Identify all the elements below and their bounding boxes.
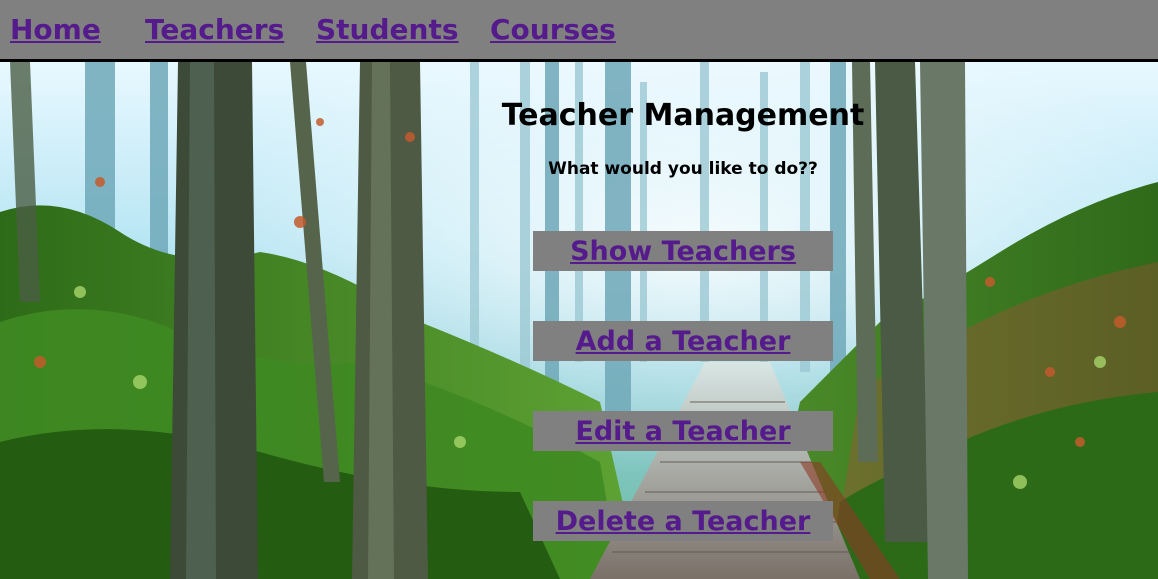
- top-navbar: Home Teachers Students Courses: [0, 0, 1158, 62]
- nav-link-teachers[interactable]: Teachers: [145, 12, 284, 48]
- teacher-management-page: Home Teachers Students Courses Teacher M…: [0, 0, 1158, 579]
- nav-link-students[interactable]: Students: [316, 12, 459, 48]
- nav-link-home[interactable]: Home: [10, 12, 101, 48]
- page-title: Teacher Management: [501, 98, 865, 133]
- main-content: Teacher Management What would you like t…: [0, 62, 1158, 579]
- edit-teacher-button[interactable]: Edit a Teacher: [533, 411, 833, 451]
- nav-link-courses[interactable]: Courses: [490, 12, 616, 48]
- show-teachers-button[interactable]: Show Teachers: [533, 231, 833, 271]
- add-teacher-button[interactable]: Add a Teacher: [533, 321, 833, 361]
- page-subtitle: What would you like to do??: [548, 159, 818, 179]
- delete-teacher-button[interactable]: Delete a Teacher: [533, 501, 833, 541]
